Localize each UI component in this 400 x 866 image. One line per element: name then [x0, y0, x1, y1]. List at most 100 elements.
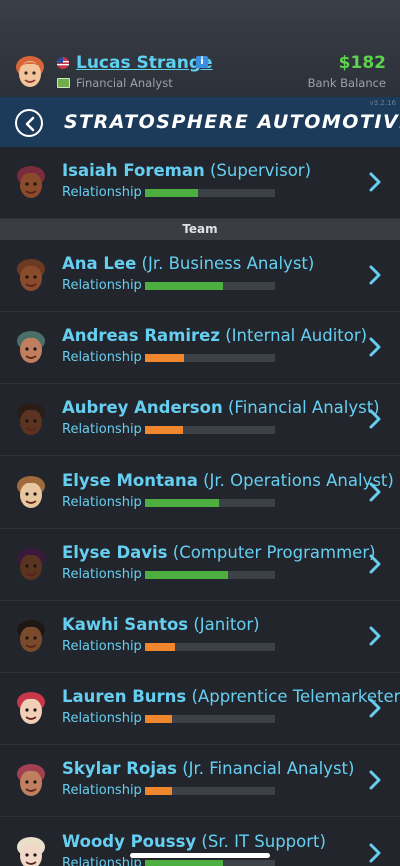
avatar-icon — [17, 166, 45, 198]
chevron-right-icon[interactable] — [368, 336, 382, 358]
relationship-bar-fill — [145, 570, 229, 579]
chevron-right-icon[interactable] — [368, 769, 382, 791]
relationship-label: Relationship — [62, 711, 142, 727]
person-role: (Jr. Business Analyst) — [141, 254, 315, 273]
bank-balance-value: $182 — [338, 53, 386, 73]
avatar-icon — [17, 547, 45, 580]
person-name: Kawhi Santos — [62, 615, 189, 634]
person-name: Ana Lee — [62, 254, 137, 273]
avatar-icon — [17, 620, 45, 652]
chevron-right-icon[interactable] — [368, 264, 382, 286]
person-name: Elyse Montana — [62, 470, 198, 490]
coworker-name: Ana Lee (Jr. Business Analyst) — [62, 254, 314, 273]
relationship-bar — [145, 787, 275, 796]
relationship-bar — [145, 354, 275, 363]
relationship-label: Relationship — [62, 566, 142, 582]
coworker-row[interactable]: Kawhi Santos (Janitor) Relationship — [0, 601, 400, 673]
company-title: STRATOSPHERE AUTOMOTIVE — [64, 111, 400, 133]
person-name: Elyse Davis — [62, 542, 168, 562]
relationship-label: Relationship — [62, 278, 142, 293]
relationship-label: Relationship — [62, 422, 142, 438]
relationship-label: Relationship — [62, 494, 142, 510]
chevron-right-icon[interactable] — [368, 842, 382, 864]
coworker-name: Elyse Montana (Jr. Operations Analyst) — [62, 471, 394, 490]
info-icon[interactable]: i — [196, 56, 208, 68]
relationship-bar-fill — [145, 426, 183, 435]
coworker-name: Woody Poussy (Sr. IT Support) — [62, 832, 326, 851]
person-role: (Sr. IT Support) — [201, 831, 326, 851]
avatar-icon — [17, 692, 45, 725]
us-flag-icon — [57, 57, 69, 69]
relationship-bar-fill — [145, 715, 173, 724]
coworker-row[interactable]: Lauren Burns (Apprentice Telemarketer) Re… — [0, 673, 400, 746]
bank-balance-label: Bank Balance — [307, 76, 386, 90]
avatar-icon — [17, 403, 45, 436]
player-name-link[interactable]: Lucas Strange — [76, 53, 213, 73]
person-name: Aubrey Anderson — [62, 398, 223, 418]
chevron-left-icon — [25, 116, 35, 132]
relationship-bar — [145, 426, 275, 435]
coworker-row[interactable]: Elyse Davis (Computer Programmer) Relatio… — [0, 528, 400, 601]
person-role: (Internal Auditor) — [225, 326, 368, 346]
relationship-bar — [145, 282, 275, 290]
relationship-bar-fill — [145, 787, 173, 796]
avatar-icon — [17, 259, 45, 291]
coworker-row[interactable]: Andreas Ramirez (Internal Auditor) Relati… — [0, 312, 400, 385]
back-button[interactable] — [15, 109, 43, 137]
coworker-row[interactable]: Ana Lee (Jr. Business Analyst) Relationsh… — [0, 240, 400, 312]
person-role: (Financial Analyst) — [227, 398, 380, 418]
relationship-label: Relationship — [62, 783, 142, 799]
money-icon — [57, 78, 70, 88]
relationship-bar — [145, 498, 275, 507]
relationship-bar-fill — [145, 498, 220, 507]
coworker-row[interactable]: Elyse Montana (Jr. Operations Analyst) Re… — [0, 456, 400, 529]
section-header-team: Team — [0, 219, 400, 240]
relationship-bar-fill — [145, 859, 223, 866]
player-avatar[interactable] — [12, 54, 48, 92]
person-name: Skylar Rojas — [62, 759, 177, 779]
chevron-right-icon[interactable] — [368, 697, 382, 719]
person-role: (Supervisor) — [209, 161, 312, 180]
coworker-name: Kawhi Santos (Janitor) — [62, 615, 260, 634]
relationship-label: Relationship — [62, 185, 142, 200]
relationship-label: Relationship — [62, 639, 142, 654]
relationship-bar — [145, 859, 275, 866]
person-name: Andreas Ramirez — [62, 326, 220, 346]
person-role: (Janitor) — [193, 615, 260, 634]
coworker-row[interactable]: Aubrey Anderson (Financial Analyst) Relat… — [0, 384, 400, 457]
relationship-label: Relationship — [62, 350, 142, 366]
relationship-bar — [145, 715, 275, 724]
coworker-row[interactable]: Woody Poussy (Sr. IT Support) Relationshi… — [0, 817, 400, 866]
supervisor-row[interactable]: Isaiah Foreman (Supervisor) Relationship — [0, 147, 400, 219]
chevron-right-icon[interactable] — [368, 553, 382, 575]
home-indicator — [130, 853, 270, 858]
relationship-bar-fill — [145, 354, 184, 363]
chevron-right-icon[interactable] — [368, 408, 382, 430]
relationship-bar-fill — [145, 282, 223, 290]
coworker-name: Aubrey Anderson (Financial Analyst) — [62, 398, 380, 417]
person-role: (Computer Programmer) — [172, 542, 376, 562]
coworker-name: Skylar Rojas (Jr. Financial Analyst) — [62, 759, 354, 778]
chevron-right-icon[interactable] — [368, 625, 382, 647]
person-role: (Jr. Financial Analyst) — [182, 759, 355, 779]
avatar-icon — [17, 836, 45, 866]
coworker-name: Isaiah Foreman (Supervisor) — [62, 161, 311, 180]
coworker-row[interactable]: Skylar Rojas (Jr. Financial Analyst) Rela… — [0, 745, 400, 818]
person-name: Isaiah Foreman — [62, 161, 205, 180]
version-label: v3.2.16 — [369, 99, 396, 107]
coworker-name: Andreas Ramirez (Internal Auditor) — [62, 326, 367, 345]
relationship-bar — [145, 643, 275, 651]
coworker-name: Lauren Burns (Apprentice Telemarketer) — [62, 687, 400, 706]
chevron-right-icon[interactable] — [368, 481, 382, 503]
person-role: (Jr. Operations Analyst) — [203, 470, 394, 490]
relationship-bar — [145, 570, 275, 579]
player-job: Financial Analyst — [76, 76, 173, 90]
relationship-bar-fill — [145, 643, 175, 651]
person-name: Woody Poussy — [62, 831, 197, 851]
relationship-bar-fill — [145, 189, 199, 197]
avatar-icon — [17, 475, 45, 508]
person-name: Lauren Burns — [62, 687, 187, 707]
chevron-right-icon[interactable] — [368, 171, 382, 193]
relationship-bar — [145, 189, 275, 197]
avatar-icon — [17, 764, 45, 797]
